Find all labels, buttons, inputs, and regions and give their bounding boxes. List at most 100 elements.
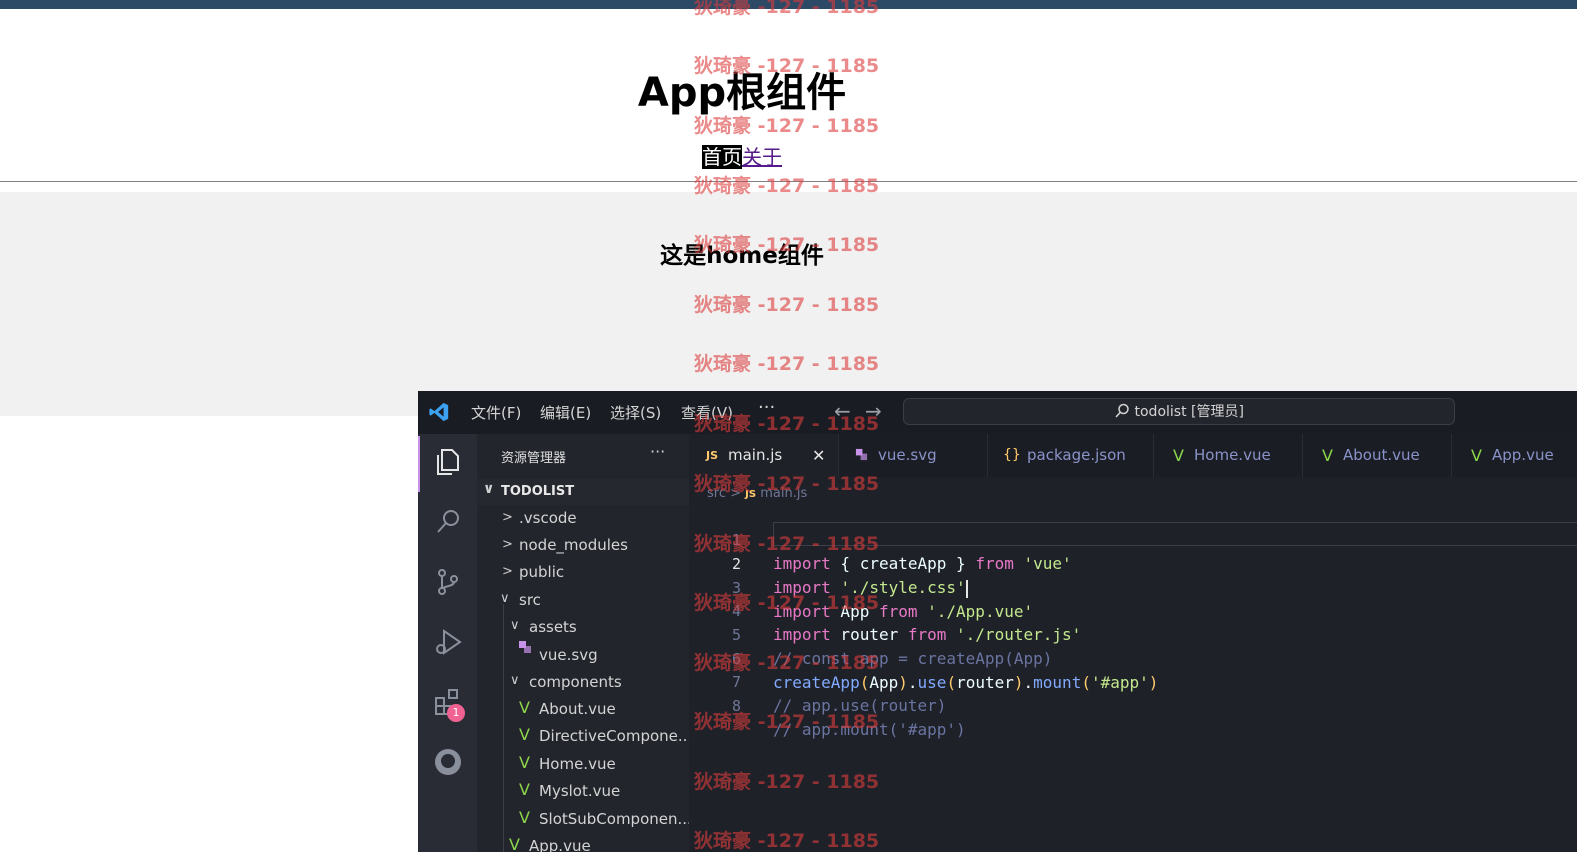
text-cursor	[965, 579, 968, 598]
tab-app-vue[interactable]: V App.vue	[1451, 434, 1577, 477]
run-debug-icon[interactable]	[432, 626, 464, 658]
search-sidebar-icon[interactable]	[432, 506, 464, 538]
tree-item-myslot-vue[interactable]: Myslot.vue	[539, 782, 620, 800]
explorer-icon[interactable]	[432, 446, 464, 478]
project-name: TODOLIST	[501, 484, 575, 499]
code-line[interactable]: 7 // app.use(router)	[689, 646, 946, 715]
tree-item-components[interactable]: components	[529, 673, 622, 691]
tree-item-about-vue[interactable]: About.vue	[539, 700, 616, 718]
app-title: App根组件	[637, 70, 847, 116]
vue-icon: V	[1322, 446, 1333, 465]
chevron-down-icon: ∨	[483, 481, 495, 497]
editor-tabs: JS main.js ✕ vue.svg {} package.json V H…	[689, 434, 1577, 477]
breadcrumb-folder[interactable]: src	[707, 486, 726, 501]
source-control-icon[interactable]	[432, 566, 464, 598]
tree-item-node-modules[interactable]: node_modules	[519, 536, 628, 554]
github-icon[interactable]	[432, 746, 464, 778]
menu-view[interactable]: 查看(V)	[681, 402, 733, 423]
js-file-icon: JS	[706, 449, 719, 462]
explorer-sidebar: 资源管理器 ··· ∨ TODOLIST > .vscode > node_mo…	[477, 434, 692, 852]
code-text: createApp(App).use(router).mount('#app')	[773, 673, 1159, 692]
indent-guide	[503, 604, 504, 852]
search-icon	[1115, 403, 1129, 418]
project-root[interactable]: ∨ TODOLIST	[477, 479, 689, 505]
code-line[interactable]: 2 import './style.css'	[689, 528, 968, 598]
browser-top-bar	[0, 0, 1577, 9]
search-text: todolist [管理员]	[1134, 404, 1244, 420]
vue-icon: V	[519, 753, 530, 772]
svg-file-icon	[519, 641, 531, 653]
tree-item-public[interactable]: public	[519, 563, 564, 581]
code-text: import './style.css'	[773, 578, 968, 598]
chevron-down-icon: ∨	[500, 591, 510, 606]
home-component-text: 这是home组件	[660, 243, 824, 269]
tab-package-json[interactable]: {} package.json	[987, 434, 1153, 477]
code-comment: // app.use(router)	[773, 696, 947, 715]
current-line-highlight	[773, 522, 1577, 546]
code-line[interactable]: 4 import router from './router.js'	[689, 575, 1081, 644]
js-file-icon: JS	[745, 489, 757, 500]
tab-home-vue[interactable]: V Home.vue	[1153, 434, 1302, 477]
chevron-down-icon: ∨	[510, 673, 520, 688]
active-indicator	[418, 436, 420, 492]
code-line[interactable]: 8 // app.mount('#app')	[689, 670, 966, 739]
code-text: import { createApp } from 'vue'	[773, 554, 1072, 573]
tab-label: vue.svg	[878, 446, 937, 464]
command-center-search[interactable]: todolist [管理员]	[903, 398, 1455, 425]
breadcrumb: src > JS main.js	[707, 486, 807, 501]
tab-about-vue[interactable]: V About.vue	[1302, 434, 1451, 477]
tab-label: Home.vue	[1194, 446, 1271, 464]
code-line[interactable]: 3 import App from './App.vue'	[689, 552, 1033, 621]
editor-area: JS main.js ✕ vue.svg {} package.json V H…	[689, 434, 1577, 852]
chevron-down-icon: ∨	[510, 618, 520, 633]
code-text: import router from './router.js'	[773, 625, 1082, 644]
extensions-badge: 1	[447, 704, 465, 722]
code-text: import App from './App.vue'	[773, 602, 1034, 621]
explorer-header: 资源管理器	[501, 451, 567, 466]
breadcrumb-file[interactable]: main.js	[760, 486, 807, 501]
tree-item-src[interactable]: src	[519, 591, 541, 609]
activity-bar: 1	[418, 434, 477, 852]
code-line[interactable]: 6 createApp(App).use(router).mount('#app…	[689, 623, 1158, 692]
tree-item-vscode[interactable]: .vscode	[519, 509, 577, 527]
chevron-right-icon: >	[502, 537, 513, 552]
tree-item-home-vue[interactable]: Home.vue	[539, 755, 616, 773]
code-line[interactable]: 5 // const app = createApp(App)	[689, 599, 1052, 668]
menu-more-button[interactable]: ···	[758, 397, 775, 418]
tab-label: App.vue	[1492, 446, 1554, 464]
vue-icon: V	[509, 835, 520, 852]
forward-arrow-icon[interactable]: →	[865, 399, 882, 423]
tree-item-assets[interactable]: assets	[529, 618, 577, 636]
tab-label: main.js	[728, 446, 783, 464]
vue-icon: V	[519, 698, 530, 717]
home-component-panel	[0, 192, 1577, 416]
line-number: 8	[731, 697, 741, 715]
vue-icon: V	[519, 780, 530, 799]
explorer-more-button[interactable]: ···	[650, 442, 665, 461]
svg-file-icon	[855, 448, 868, 461]
nav-about-link[interactable]: 关于	[742, 145, 782, 169]
tab-main-js[interactable]: JS main.js ✕	[689, 434, 838, 477]
tree-item-vue-svg[interactable]: vue.svg	[539, 646, 598, 664]
tree-item-slot-sub-component[interactable]: SlotSubComponen...	[539, 810, 692, 828]
divider	[0, 181, 1577, 182]
vue-icon: V	[519, 725, 530, 744]
menu-edit[interactable]: 编辑(E)	[540, 402, 591, 423]
router-nav: 首页关于	[702, 143, 782, 171]
menu-file[interactable]: 文件(F)	[471, 402, 521, 423]
vue-icon: V	[1173, 446, 1184, 465]
tree-item-app-vue[interactable]: App.vue	[529, 837, 591, 852]
chevron-right-icon: >	[502, 564, 513, 579]
code-comment: // app.mount('#app')	[773, 720, 966, 739]
menu-selection[interactable]: 选择(S)	[610, 402, 661, 423]
tab-vue-svg[interactable]: vue.svg	[838, 434, 987, 477]
chevron-right-icon: >	[502, 510, 513, 525]
tree-item-directive-component[interactable]: DirectiveCompone...	[539, 727, 692, 745]
nav-home-link[interactable]: 首页	[702, 145, 742, 169]
breadcrumb-sep: >	[730, 486, 742, 501]
close-icon[interactable]: ✕	[812, 434, 825, 477]
vscode-window: 文件(F) 编辑(E) 选择(S) 查看(V) ··· ← → todolist…	[418, 391, 1577, 852]
code-line[interactable]: 1 import { createApp } from 'vue'	[689, 504, 1072, 573]
tab-label: package.json	[1027, 446, 1126, 464]
back-arrow-icon[interactable]: ←	[834, 399, 851, 423]
